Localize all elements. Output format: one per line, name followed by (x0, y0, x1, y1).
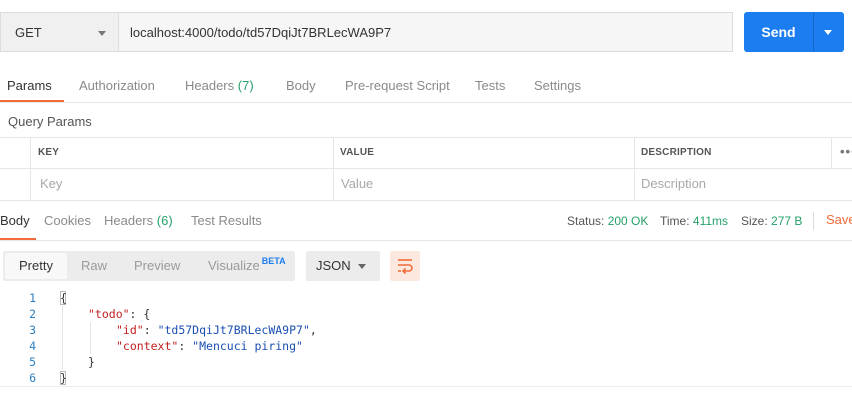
column-divider (30, 138, 31, 200)
response-body-code[interactable]: 1 2 3 4 5 6 { "todo": { "id": "td57DqiJt… (0, 290, 852, 386)
line-number: 3 (29, 323, 36, 337)
wrap-lines-button[interactable] (390, 251, 420, 281)
column-divider (831, 138, 832, 168)
language-label: JSON (316, 258, 351, 273)
time-readout: Time: 411ms (660, 208, 728, 236)
tab-response-body[interactable]: Body (0, 208, 30, 236)
json-key: "id" (116, 323, 144, 337)
size-readout: Size: 277 B (741, 208, 802, 236)
chevron-down-icon (98, 31, 106, 36)
tab-count: (6) (156, 213, 173, 228)
tab-label: Pre-request Script (345, 78, 450, 93)
tab-label: Body (286, 78, 316, 93)
divider (813, 212, 814, 230)
column-divider (634, 138, 635, 200)
tab-headers[interactable]: Headers (7) (185, 72, 254, 102)
divider (0, 386, 852, 387)
code-line: "context": "Mencuci piring" (116, 339, 303, 353)
line-number: 6 (29, 371, 36, 385)
tab-tests[interactable]: Tests (475, 72, 505, 102)
preview-button[interactable]: Preview (134, 251, 180, 281)
size-label: Size: (741, 214, 768, 228)
tab-count: (7) (237, 78, 254, 93)
code-line: { (60, 291, 67, 305)
pretty-button[interactable]: Pretty (5, 253, 67, 279)
time-label: Time: (660, 214, 690, 228)
request-tabs: Params Authorization Headers (7) Body Pr… (0, 72, 852, 103)
send-button[interactable]: Send (744, 12, 844, 52)
param-value-input[interactable]: Value (341, 169, 631, 199)
status-label: Status: (567, 214, 605, 228)
visualize-button[interactable]: Visualize BETA (208, 251, 286, 281)
tab-label: Headers (185, 78, 235, 93)
active-tab-underline (0, 238, 36, 240)
tab-response-headers[interactable]: Headers (6) (104, 208, 173, 236)
code-line: } (88, 355, 95, 369)
tab-label: Tests (475, 78, 506, 93)
tab-label: Test Results (191, 213, 262, 228)
json-string-value: "td57DqiJt7BRLecWA9P7" (157, 323, 310, 337)
tab-params[interactable]: Params (7, 72, 52, 102)
tab-cookies[interactable]: Cookies (44, 208, 91, 236)
line-number: 5 (29, 355, 36, 369)
tab-authorization[interactable]: Authorization (79, 72, 155, 102)
indent-guide (62, 306, 63, 370)
raw-button[interactable]: Raw (81, 251, 107, 281)
line-number: 1 (29, 291, 36, 305)
tab-pre-request-script[interactable]: Pre-request Script (345, 72, 450, 102)
tab-label: Settings (534, 78, 581, 93)
tab-label: Cookies (44, 213, 91, 228)
time-value: 411ms (692, 214, 729, 228)
tab-test-results[interactable]: Test Results (191, 208, 262, 236)
more-options-icon[interactable]: ••• (840, 138, 852, 168)
format-toggle-group: Pretty Raw Preview Visualize BETA (3, 251, 295, 281)
wrap-lines-icon (398, 259, 413, 275)
column-header-value: VALUE (340, 147, 375, 158)
json-key: "context" (116, 339, 179, 353)
language-select[interactable]: JSON (306, 251, 380, 281)
json-key: "todo" (88, 307, 130, 321)
param-key-input[interactable]: Key (40, 169, 330, 199)
beta-badge: BETA (261, 256, 286, 266)
save-response-button[interactable]: Save (826, 208, 852, 236)
status-readout: Status: 200 OK (567, 208, 648, 236)
method-select[interactable]: GET (0, 12, 118, 52)
query-params-title: Query Params (8, 114, 92, 129)
param-description-input[interactable]: Description (641, 169, 841, 199)
column-header-key: KEY (38, 147, 60, 158)
code-line: } (60, 371, 67, 385)
visualize-label: Visualize (208, 258, 260, 273)
method-label: GET (15, 24, 42, 40)
tab-label: Headers (104, 213, 154, 228)
tab-label: Authorization (79, 78, 155, 93)
code-line: "todo": { (88, 306, 150, 322)
size-value: 277 B (771, 214, 803, 228)
json-punctuation: : { (129, 307, 151, 321)
active-tab-underline (0, 100, 64, 102)
line-number: 4 (29, 339, 36, 353)
indent-guide (90, 322, 91, 354)
line-number: 2 (29, 307, 36, 321)
code-line: "id": "td57DqiJt7BRLecWA9P7", (116, 323, 317, 337)
chevron-down-icon (358, 264, 366, 269)
response-tabs: Body Cookies Headers (6) Test Results St… (0, 208, 852, 241)
column-header-description: DESCRIPTION (641, 147, 712, 158)
status-value: 200 OK (607, 214, 649, 228)
send-split-divider (813, 12, 814, 52)
send-label: Send (761, 24, 796, 40)
json-string-value: "Mencuci piring" (192, 339, 303, 353)
query-params-table: KEY VALUE DESCRIPTION ••• Key Value Desc… (0, 137, 852, 201)
tab-body[interactable]: Body (286, 72, 316, 102)
column-divider (333, 138, 334, 200)
tab-settings[interactable]: Settings (534, 72, 581, 102)
tab-label: Body (0, 213, 30, 228)
url-input[interactable]: localhost:4000/todo/td57DqiJt7BRLecWA9P7 (118, 12, 733, 52)
send-options-chevron-icon[interactable] (824, 30, 832, 35)
url-value: localhost:4000/todo/td57DqiJt7BRLecWA9P7 (130, 24, 392, 40)
tab-label: Params (7, 78, 52, 93)
